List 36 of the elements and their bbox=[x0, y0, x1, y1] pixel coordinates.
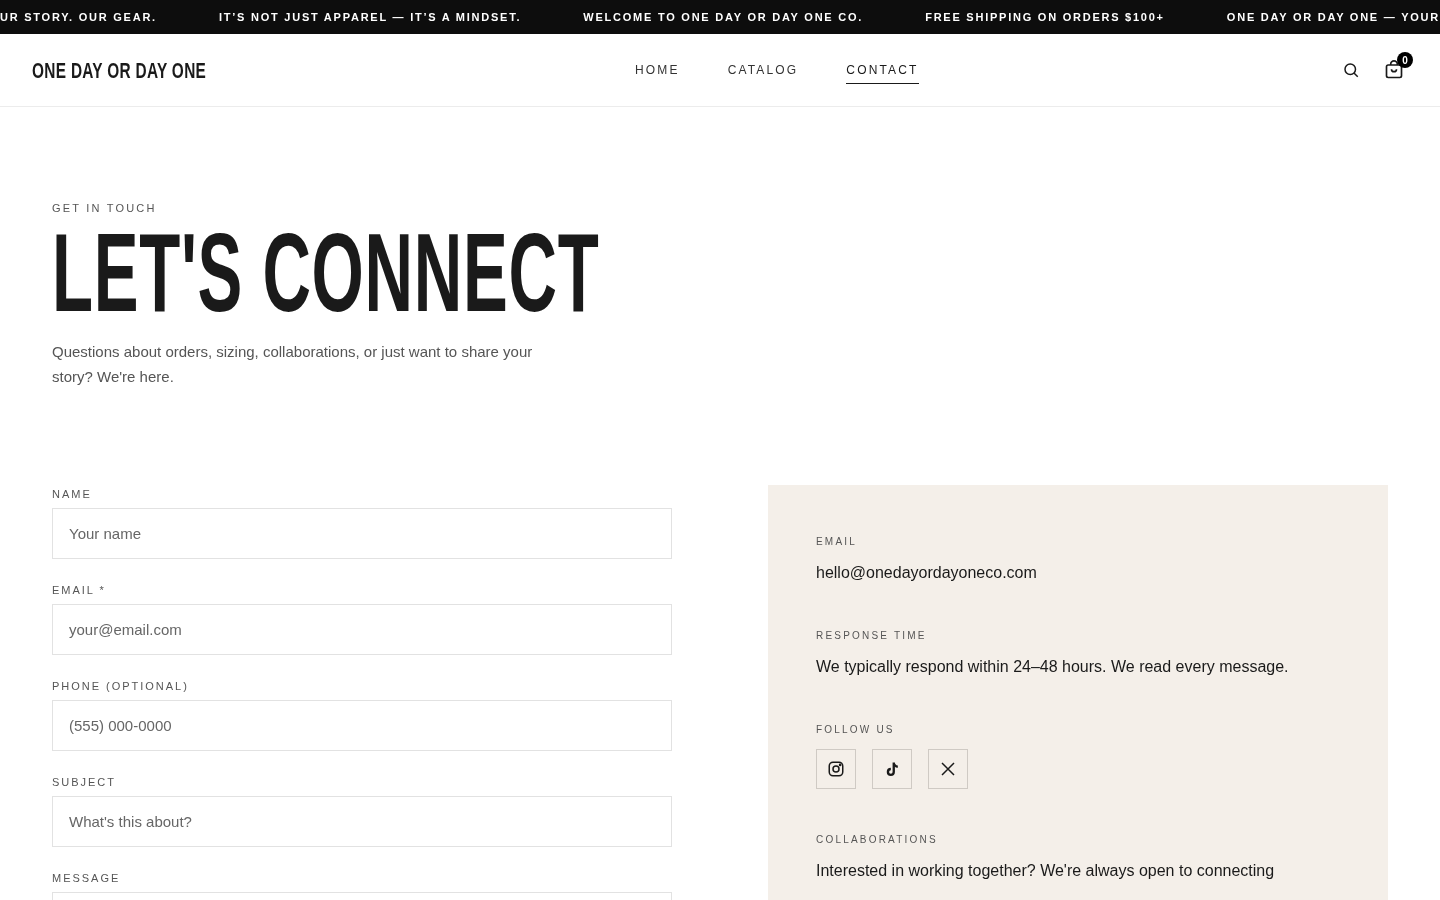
nav-link[interactable]: CONTACT bbox=[846, 56, 919, 84]
field-label: PHONE (OPTIONAL) bbox=[52, 680, 190, 692]
shopping-bag-icon[interactable] bbox=[1384, 60, 1404, 80]
input-field[interactable]: (555) 000-0000 bbox=[52, 699, 672, 751]
field-label: MESSAGE bbox=[52, 872, 122, 884]
info-label: FOLLOW US bbox=[816, 724, 896, 735]
announcement-text: IT’S NOT JUST APPAREL — IT’S A MINDSET. bbox=[218, 9, 522, 25]
intro-text: Questions about orders, sizing, collaborations, or just want to share your story? We're here. bbox=[52, 341, 534, 387]
page-title: LET'S CONNECT bbox=[52, 224, 600, 321]
info-text: Interested in working together? We're always open to connecting bbox=[816, 860, 1276, 881]
info-label: COLLABORATIONS bbox=[816, 834, 939, 845]
field-label: SUBJECT bbox=[52, 776, 117, 788]
info-label: EMAIL bbox=[816, 536, 858, 547]
logo[interactable]: ONE DAY OR DAY ONE bbox=[32, 53, 207, 87]
field-label: NAME bbox=[52, 488, 93, 500]
info-text: hello@onedayordayoneco.com bbox=[816, 562, 1038, 583]
nav-link[interactable]: CATALOG bbox=[727, 56, 799, 84]
social-link[interactable] bbox=[816, 748, 856, 789]
instagram-icon bbox=[827, 759, 845, 778]
tiktok-icon bbox=[885, 760, 899, 777]
info-label: RESPONSE TIME bbox=[816, 630, 928, 641]
announcement-text: FREE SHIPPING ON ORDERS $100+ bbox=[925, 9, 1165, 25]
social-link[interactable] bbox=[872, 748, 912, 789]
info-text: We typically respond within 24–48 hours. We read every message. bbox=[816, 656, 1290, 677]
cart-count-badge: 0 bbox=[1397, 52, 1413, 68]
announcement-text: ONE DAY OR DAY ONE — YOUR bbox=[1226, 9, 1440, 25]
announcement-text: WELCOME TO ONE DAY OR DAY ONE CO. bbox=[583, 9, 864, 25]
input-field[interactable]: Your name bbox=[52, 507, 672, 559]
search-icon[interactable] bbox=[1342, 61, 1360, 79]
announcement-text: UR STORY. OUR GEAR. bbox=[0, 9, 157, 25]
input-field[interactable]: your@email.com bbox=[52, 603, 672, 655]
input-field[interactable]: What's this about? bbox=[52, 795, 672, 847]
field-label: EMAIL * bbox=[52, 584, 107, 596]
eyebrow-text: GET IN TOUCH bbox=[52, 201, 158, 216]
x-icon bbox=[940, 760, 956, 777]
nav-link[interactable]: HOME bbox=[635, 56, 680, 84]
